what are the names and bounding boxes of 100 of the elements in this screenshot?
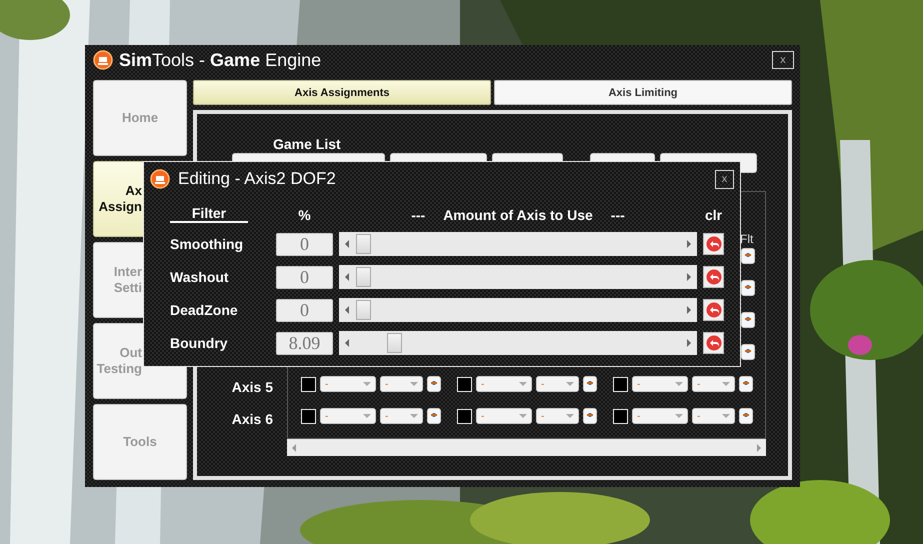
dropdown[interactable]: - — [536, 376, 579, 392]
slider-thumb[interactable] — [356, 267, 371, 287]
left-arrow-icon — [345, 339, 349, 347]
dot-icon — [745, 252, 751, 258]
checkbox[interactable] — [301, 376, 316, 392]
flt-button[interactable] — [583, 408, 597, 424]
section-label: Game List — [273, 136, 341, 153]
dashes: --- — [610, 206, 625, 222]
caret-icon — [675, 414, 683, 418]
scrollbar[interactable] — [287, 439, 766, 456]
sidebar-button[interactable]: Home — [93, 80, 187, 156]
window-title: SimTools - Game Engine — [119, 50, 322, 70]
dropdown[interactable]: - — [320, 408, 376, 424]
caret-icon — [363, 382, 371, 386]
flt-button[interactable] — [739, 408, 753, 424]
dropdown[interactable]: - — [320, 376, 376, 392]
column-header: Amount of Axis to Use — [443, 206, 593, 222]
sidebar-button[interactable]: Tools — [93, 404, 187, 480]
dot-icon — [745, 316, 751, 322]
caret-icon — [410, 382, 418, 386]
checkbox[interactable] — [457, 376, 472, 392]
dot-icon — [745, 348, 751, 354]
value-field[interactable]: 0 — [276, 232, 333, 256]
undo-icon — [706, 302, 722, 318]
dropdown[interactable]: - — [380, 408, 423, 424]
tab[interactable]: Axis Limiting — [494, 80, 792, 105]
dropdown[interactable]: - — [692, 408, 735, 424]
scroll-right-icon — [757, 444, 761, 452]
dot-icon — [743, 412, 749, 418]
flt-button[interactable] — [741, 280, 755, 296]
logo-icon — [150, 169, 170, 189]
dashes: --- — [411, 206, 426, 222]
slider-thumb[interactable] — [356, 300, 371, 320]
checkbox[interactable] — [457, 408, 472, 424]
column-header: Flt — [740, 232, 754, 246]
dropdown[interactable]: - — [380, 376, 423, 392]
flt-button[interactable] — [427, 408, 441, 424]
undo-icon — [706, 236, 722, 252]
dropdown[interactable]: - — [476, 376, 532, 392]
caret-icon — [363, 414, 371, 418]
caret-icon — [722, 414, 730, 418]
dropdown[interactable]: - — [476, 408, 532, 424]
clear-button[interactable] — [703, 266, 724, 288]
close-button[interactable]: x — [715, 170, 734, 188]
logo-icon — [93, 50, 113, 70]
column-header: Filter — [170, 206, 248, 223]
column-header: clr — [704, 206, 724, 222]
dropdown[interactable]: - — [632, 376, 688, 392]
left-arrow-icon — [345, 306, 349, 314]
slider-thumb[interactable] — [356, 234, 371, 254]
dot-icon — [745, 284, 751, 290]
right-arrow-icon — [687, 306, 691, 314]
value-field[interactable]: 8.09 — [276, 332, 333, 354]
dropdown[interactable]: - — [692, 376, 735, 392]
checkbox[interactable] — [301, 408, 316, 424]
flt-button[interactable] — [741, 248, 755, 264]
caret-icon — [410, 414, 418, 418]
slider[interactable] — [339, 331, 697, 355]
tab[interactable]: Axis Assignments — [193, 80, 491, 105]
caret-icon — [519, 414, 527, 418]
dot-icon — [587, 412, 593, 418]
flt-button[interactable] — [741, 344, 755, 360]
caret-icon — [675, 382, 683, 386]
flt-button[interactable] — [427, 376, 441, 392]
axis-label: Axis 6 — [232, 411, 273, 427]
clear-button[interactable] — [703, 299, 724, 321]
dot-icon — [431, 412, 437, 418]
axis-label: Axis 5 — [232, 379, 273, 395]
slider-thumb[interactable] — [386, 333, 402, 353]
flt-button[interactable] — [739, 376, 753, 392]
column-header: % — [297, 206, 312, 222]
value-field[interactable]: 0 — [276, 266, 333, 288]
caret-icon — [566, 414, 574, 418]
close-button[interactable]: x — [772, 51, 794, 69]
dot-icon — [431, 380, 437, 386]
caret-icon — [722, 382, 730, 386]
slider[interactable] — [339, 265, 697, 289]
slider[interactable] — [339, 298, 697, 322]
scroll-left-icon — [292, 444, 296, 452]
dot-icon — [587, 380, 593, 386]
caret-icon — [519, 382, 527, 386]
slider[interactable] — [339, 232, 697, 256]
left-arrow-icon — [345, 273, 349, 281]
checkbox[interactable] — [613, 408, 628, 424]
dropdown[interactable]: - — [632, 408, 688, 424]
flt-button[interactable] — [583, 376, 597, 392]
clear-button[interactable] — [703, 332, 724, 354]
value-field[interactable]: 0 — [276, 298, 333, 322]
right-arrow-icon — [687, 273, 691, 281]
flt-button[interactable] — [741, 312, 755, 328]
dot-icon — [743, 380, 749, 386]
right-arrow-icon — [687, 339, 691, 347]
left-arrow-icon — [345, 240, 349, 248]
dropdown[interactable]: - — [536, 408, 579, 424]
undo-icon — [706, 269, 722, 285]
undo-icon — [706, 335, 722, 351]
right-arrow-icon — [687, 240, 691, 248]
caret-icon — [566, 382, 574, 386]
clear-button[interactable] — [703, 233, 724, 255]
checkbox[interactable] — [613, 376, 628, 392]
